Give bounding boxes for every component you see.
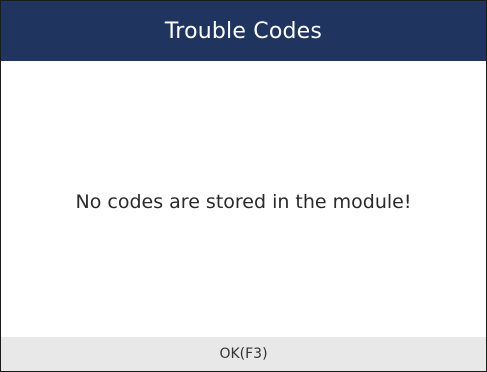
screen-title: Trouble Codes [164,18,323,44]
scan-tool-screen: Trouble Codes No codes are stored in the… [0,0,487,372]
message-area: No codes are stored in the module! [1,61,486,333]
ok-button-label: OK(F3) [219,346,268,362]
ok-button[interactable]: OK(F3) [1,337,486,371]
status-message: No codes are stored in the module! [75,191,412,213]
title-bar: Trouble Codes [1,1,486,61]
